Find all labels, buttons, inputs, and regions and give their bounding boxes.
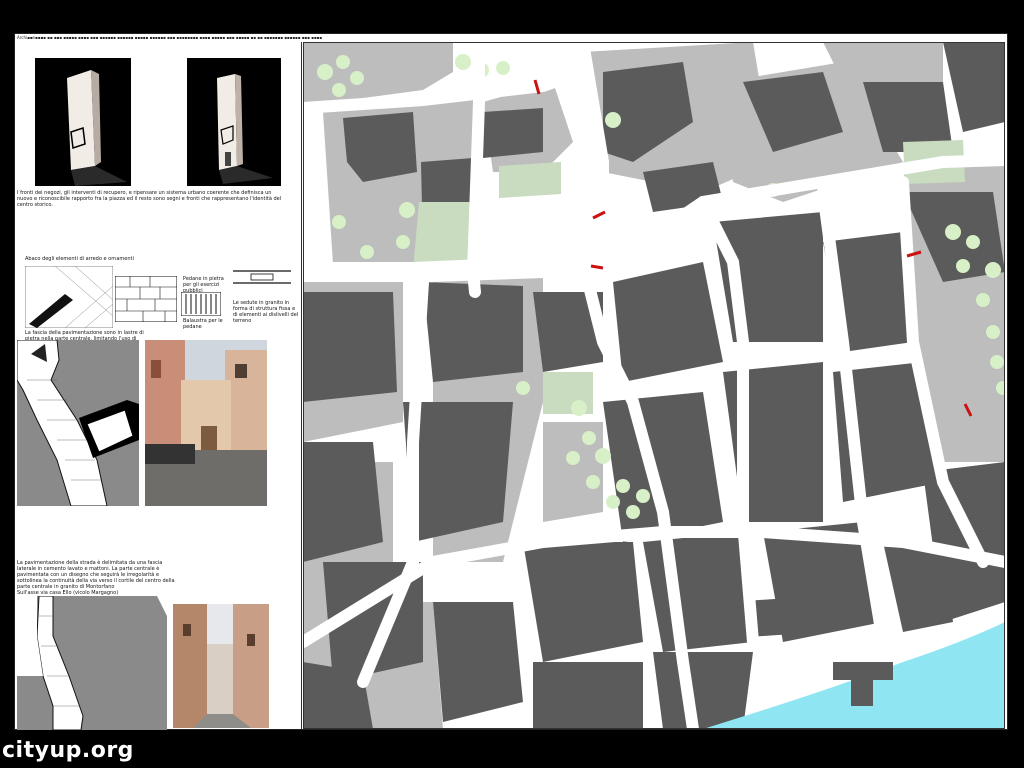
left-panel: I fronti dei negozi, gli interventi di r… bbox=[15, 42, 301, 730]
legend-title: Abaco degli elementi di arredo e ornamen… bbox=[25, 256, 134, 262]
legend-note-3: Le sedute in granito in forma di struttu… bbox=[233, 300, 299, 324]
header-text-line: Archi▪▪e▪▪▪▪ ▪▪ ▪▪▪ ▪▪▪▪▪ ▪▪▪▪ ▪▪▪ ▪▪▪▪▪… bbox=[17, 35, 322, 40]
bench-sample bbox=[233, 270, 291, 284]
paving-sample-diagonal bbox=[25, 266, 113, 328]
city-map-svg bbox=[303, 42, 1005, 729]
paving-sample-stones bbox=[115, 276, 177, 322]
street-plan-detail-1 bbox=[17, 340, 139, 506]
section-caption-2: La pavimentazione della strada è delimit… bbox=[17, 560, 175, 590]
white-gap bbox=[133, 58, 185, 186]
render-image-1 bbox=[35, 58, 131, 186]
urban-plan-map bbox=[303, 42, 1005, 729]
watermark-text: cityup.org bbox=[2, 738, 134, 763]
street-plan-detail-2 bbox=[17, 596, 167, 730]
intro-text: I fronti dei negozi, gli interventi di r… bbox=[17, 190, 282, 208]
render-image-2 bbox=[187, 58, 281, 186]
balustrade-sample bbox=[181, 292, 221, 316]
panel-divider bbox=[301, 42, 302, 729]
street-photo-2 bbox=[173, 604, 269, 728]
street-photo-1 bbox=[145, 340, 267, 506]
drawing-sheet: Archi▪▪e▪▪▪▪ ▪▪ ▪▪▪ ▪▪▪▪▪ ▪▪▪▪ ▪▪▪ ▪▪▪▪▪… bbox=[14, 33, 1008, 730]
